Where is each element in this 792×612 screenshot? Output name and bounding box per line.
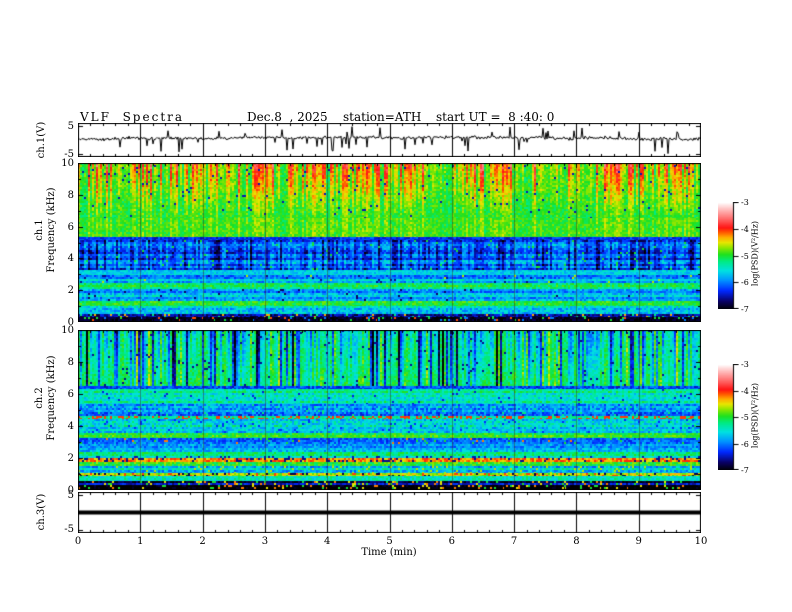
- tick-label: 9: [635, 536, 642, 547]
- colorbar-tick-label: -5: [741, 251, 749, 261]
- tick-label: 4: [324, 536, 331, 547]
- tick-label: 1: [137, 536, 144, 547]
- tick-label: 5: [386, 536, 393, 547]
- colorbar-tick-label: -7: [741, 305, 749, 314]
- tick-label: 8: [67, 357, 74, 368]
- tick-label: -5: [64, 524, 74, 535]
- tick-label: 2: [67, 453, 74, 464]
- colorbar-tick-label: -6: [741, 278, 749, 288]
- tick-label: 7: [510, 536, 518, 547]
- colorbar-ch2-canvas: [718, 364, 739, 470]
- tick-label: 5: [67, 121, 74, 132]
- tick-label: 10: [61, 158, 74, 169]
- tick-label: 10: [694, 536, 708, 547]
- tick-label: 3: [261, 536, 269, 547]
- ch1-spectrogram-canvas: [78, 163, 701, 322]
- colorbar-ch1-label: log(PSD)(V²/Hz): [750, 220, 760, 287]
- colorbar-tick-label: -4: [741, 386, 749, 396]
- tick-label: 6: [448, 536, 455, 547]
- header-start-ut: start UT = 8 :40: 0: [436, 110, 555, 124]
- ch2-spectrogram-panel: [78, 330, 701, 490]
- time-axis-label: Time (min): [361, 547, 417, 558]
- colorbar-ch2: [718, 364, 739, 470]
- tick-label: 10: [61, 325, 74, 336]
- ch1-waveform-panel: [78, 123, 701, 157]
- ch1-spectrogram-panel: [78, 163, 701, 322]
- ch3-waveform-canvas: [78, 492, 701, 533]
- ch3-wave-ylabel: ch.3(V): [36, 493, 47, 531]
- header-station: station=ATH: [343, 110, 422, 124]
- colorbar-tick-label: -7: [741, 466, 749, 475]
- ch2-spectrogram-canvas: [78, 330, 701, 490]
- colorbar-ch1: [718, 202, 739, 309]
- tick-label: 2: [67, 285, 74, 297]
- ch1-waveform-canvas: [78, 123, 701, 157]
- tick-label: 0: [67, 485, 74, 496]
- tick-label: 8: [67, 189, 74, 201]
- tick-label: 8: [573, 536, 580, 547]
- colorbar-ch1-canvas: [718, 202, 739, 309]
- colorbar-tick-label: -4: [741, 224, 749, 234]
- colorbar-tick-label: -3: [741, 360, 749, 369]
- colorbar-tick-label: -5: [741, 413, 749, 422]
- tick-label: 6: [67, 389, 74, 400]
- tick-label: 4: [67, 421, 74, 432]
- tick-label: 2: [199, 536, 206, 547]
- colorbar-ch2-label: log(PSD)(V²/Hz): [750, 382, 760, 449]
- colorbar-tick-label: -3: [741, 198, 749, 207]
- tick-label: 4: [67, 253, 74, 265]
- vlf-spectra-page: VLF Spectra Dec.8 , 2025 station=ATH sta…: [0, 0, 792, 612]
- ch3-waveform-panel: [78, 492, 701, 533]
- tick-label: 6: [67, 221, 74, 233]
- page-title: VLF Spectra: [80, 110, 185, 124]
- colorbar-tick-label: -6: [741, 439, 749, 449]
- tick-label: 0: [74, 536, 82, 547]
- header-date: Dec.8 , 2025: [247, 110, 328, 124]
